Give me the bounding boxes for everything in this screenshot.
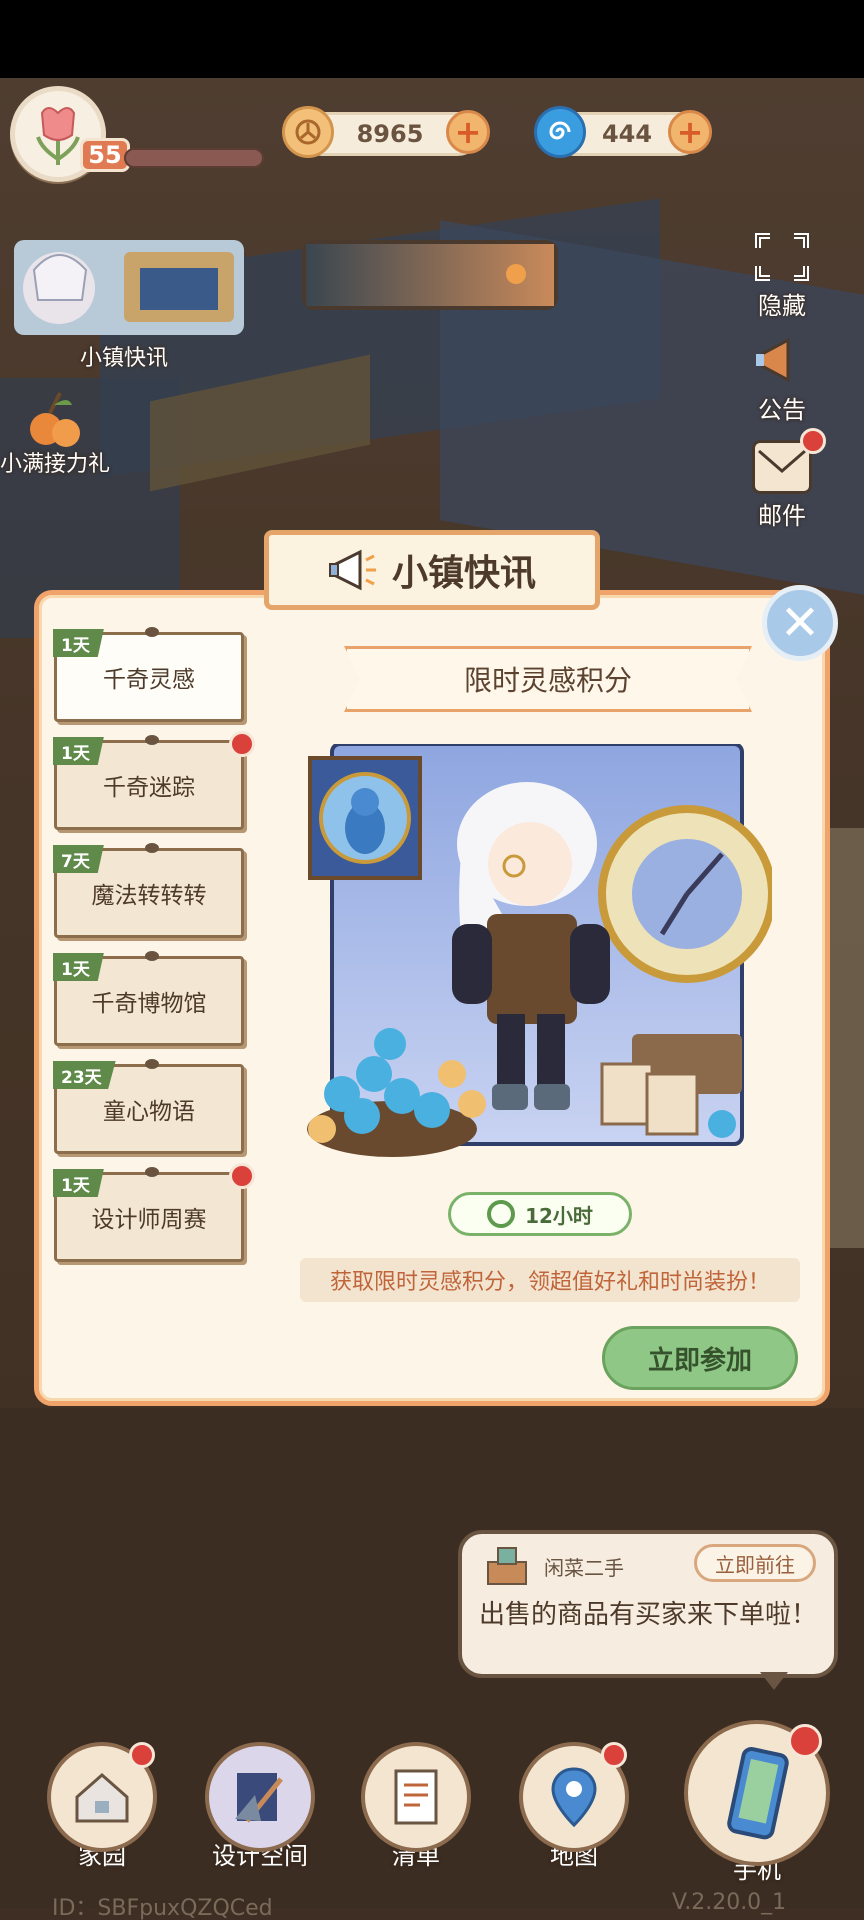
player-id: ID：SBFpuxQZQCed	[52, 1896, 273, 1920]
pin-icon	[145, 735, 159, 745]
nav-home-badge	[129, 1742, 155, 1768]
tab-label: 设计师周赛	[91, 1207, 207, 1233]
event-banner-image	[302, 744, 772, 1164]
expand-corners-icon	[752, 230, 812, 284]
gem-amount: 444	[601, 120, 653, 148]
mail-badge	[800, 428, 826, 454]
hide-ui-button[interactable]: 隐藏	[732, 230, 832, 321]
notification-bubble-tail	[760, 1672, 788, 1690]
phone-icon	[684, 1720, 830, 1866]
nav-design-space[interactable]: 设计空间	[200, 1742, 320, 1871]
relay-gift-label: 小满接力礼	[0, 452, 111, 477]
tab-label: 千奇博物馆	[91, 991, 207, 1017]
tab-days-tag: 23天	[53, 1061, 116, 1089]
notification-app-name: 闲菜二手	[544, 1556, 624, 1580]
go-now-button[interactable]: 立即前往	[694, 1544, 816, 1582]
mail-label: 邮件	[758, 502, 806, 530]
tab-designer-weekly[interactable]: 1天 设计师周赛	[53, 1163, 255, 1262]
design-tools-icon	[205, 1742, 315, 1852]
nav-home[interactable]: 家园	[42, 1742, 162, 1871]
tab-days-tag: 1天	[53, 953, 104, 981]
pin-icon	[145, 627, 159, 637]
tab-label: 千奇迷踪	[103, 775, 195, 801]
notification-message: 出售的商品有买家来下单啦！	[478, 1600, 817, 1630]
time-remaining-text: 12小时	[525, 1203, 593, 1228]
shop-box-icon	[484, 1546, 530, 1586]
nav-map-badge	[601, 1742, 627, 1768]
clock-icon	[487, 1200, 516, 1228]
tab-qianqi-inspiration[interactable]: 1天 千奇灵感	[53, 627, 244, 722]
tab-label: 千奇灵感	[103, 667, 195, 693]
tab-days-tag: 7天	[53, 845, 104, 873]
app-version: V.2.20.0_1	[672, 1890, 787, 1915]
section-title-ribbon: 限时灵感积分	[344, 646, 752, 712]
announcement-button[interactable]: 公告	[732, 334, 832, 425]
xp-bar	[124, 148, 264, 168]
megaphone-icon	[752, 334, 812, 388]
modal-title-plate: 小镇快讯	[264, 530, 600, 610]
nav-checklist[interactable]: 清单	[356, 1742, 476, 1871]
close-icon: ✕	[779, 595, 821, 651]
nav-phone-badge	[788, 1724, 822, 1758]
time-remaining-pill: 12小时	[448, 1192, 632, 1236]
pin-icon	[145, 1059, 159, 1069]
status-bar	[0, 0, 864, 78]
pin-icon	[145, 1167, 159, 1177]
mail-button[interactable]: 邮件	[732, 428, 832, 531]
tab-label: 魔法转转转	[91, 883, 207, 909]
pin-icon	[145, 951, 159, 961]
level-badge: 55	[80, 138, 130, 172]
add-coins-button[interactable]: +	[446, 110, 490, 154]
tab-days-tag: 1天	[53, 629, 104, 657]
announcement-label: 公告	[758, 396, 806, 424]
swirl-gem-icon	[534, 106, 586, 158]
tab-label: 童心物语	[103, 1099, 195, 1125]
pin-icon	[145, 843, 159, 853]
tab-badge	[229, 1163, 255, 1189]
weather-widget	[302, 240, 558, 310]
join-now-button[interactable]: 立即参加	[602, 1326, 798, 1390]
coin-amount: 8965	[356, 120, 424, 148]
close-modal-button[interactable]: ✕	[762, 585, 838, 661]
tab-qianqi-trail[interactable]: 1天 千奇迷踪	[53, 731, 255, 830]
nav-map[interactable]: 地图	[514, 1742, 634, 1871]
modal-title: 小镇快讯	[391, 553, 536, 594]
persimmon-gift-icon[interactable]	[20, 385, 90, 455]
map-pin-icon	[519, 1742, 629, 1852]
tab-magic-spin[interactable]: 7天 魔法转转转	[53, 843, 244, 938]
town-news-label: 小镇快讯	[80, 346, 169, 371]
town-news-shortcut[interactable]	[14, 240, 244, 335]
tab-days-tag: 1天	[53, 1169, 104, 1197]
event-description: 获取限时灵感积分，领超值好礼和时尚装扮！	[300, 1258, 800, 1302]
tab-qianqi-museum[interactable]: 1天 千奇博物馆	[53, 951, 244, 1046]
tab-childhood-story[interactable]: 23天 童心物语	[53, 1059, 244, 1154]
notepad-icon	[361, 1742, 471, 1852]
house-icon	[47, 1742, 157, 1852]
tulip-icon	[36, 107, 80, 165]
coin-icon	[282, 106, 334, 158]
hide-ui-label: 隐藏	[758, 292, 806, 320]
tab-badge	[229, 731, 255, 757]
tab-days-tag: 1天	[53, 737, 104, 765]
add-gems-button[interactable]: +	[668, 110, 712, 154]
megaphone-icon	[328, 549, 376, 591]
nav-phone[interactable]: 手机	[684, 1720, 830, 1885]
right-side-menu: 隐藏 公告 邮件	[732, 218, 832, 578]
